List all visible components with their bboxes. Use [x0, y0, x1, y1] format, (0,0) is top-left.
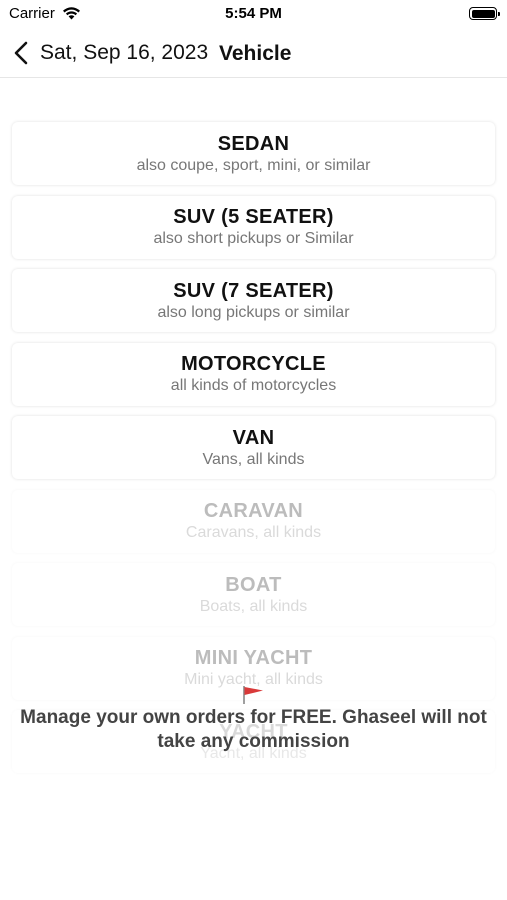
- vehicle-description: also long pickups or similar: [157, 303, 350, 321]
- vehicle-option-caravan[interactable]: CARAVAN Caravans, all kinds: [12, 489, 495, 553]
- vehicle-option-motorcycle[interactable]: MOTORCYCLE all kinds of motorcycles: [12, 342, 495, 406]
- vehicle-description: also coupe, sport, mini, or similar: [136, 156, 371, 174]
- vehicle-description: Caravans, all kinds: [185, 524, 322, 541]
- vehicle-description: also short pickups or Similar: [153, 230, 354, 247]
- vehicle-option-suv-7-seater[interactable]: SUV (7 SEATER) also long pickups or simi…: [12, 269, 495, 332]
- vehicle-description: all kinds of motorcycles: [170, 377, 337, 394]
- vehicle-option-van[interactable]: VAN Vans, all kinds: [12, 416, 495, 479]
- vehicle-name: CARAVAN: [203, 500, 304, 522]
- status-bar: Carrier 5:54 PM: [0, 0, 507, 28]
- vehicle-name: BOAT: [225, 573, 282, 596]
- back-button-label: Sat, Sep 16, 2023: [40, 41, 209, 64]
- vehicle-name: MINI YACHT: [194, 647, 313, 669]
- vehicle-option-sedan[interactable]: SEDAN also coupe, sport, mini, or simila…: [12, 122, 495, 185]
- vehicle-name: MOTORCYCLE: [181, 353, 326, 375]
- vehicle-name: SEDAN: [217, 132, 290, 155]
- vehicle-description: Boats, all kinds: [199, 597, 308, 615]
- battery-icon: [469, 7, 500, 20]
- promo-message: Manage your own orders for FREE. Ghaseel…: [20, 707, 487, 752]
- chevron-left-icon: [14, 41, 28, 65]
- vehicle-name: SUV (7 SEATER): [173, 279, 334, 302]
- vehicle-description: Vans, all kinds: [202, 450, 305, 468]
- back-button[interactable]: Sat, Sep 16, 2023: [10, 38, 208, 68]
- vehicle-option-suv-5-seater[interactable]: SUV (5 SEATER) also short pickups or Sim…: [12, 195, 495, 259]
- vehicle-name: SUV (5 SEATER): [173, 206, 334, 228]
- red-flag-icon: [243, 686, 263, 704]
- page-title: Vehicle: [219, 42, 292, 65]
- vehicle-option-boat[interactable]: BOAT Boats, all kinds: [12, 563, 495, 626]
- vehicle-name: VAN: [232, 426, 275, 449]
- status-time: 5:54 PM: [225, 5, 282, 22]
- navigation-bar: Sat, Sep 16, 2023 Vehicle: [0, 30, 507, 78]
